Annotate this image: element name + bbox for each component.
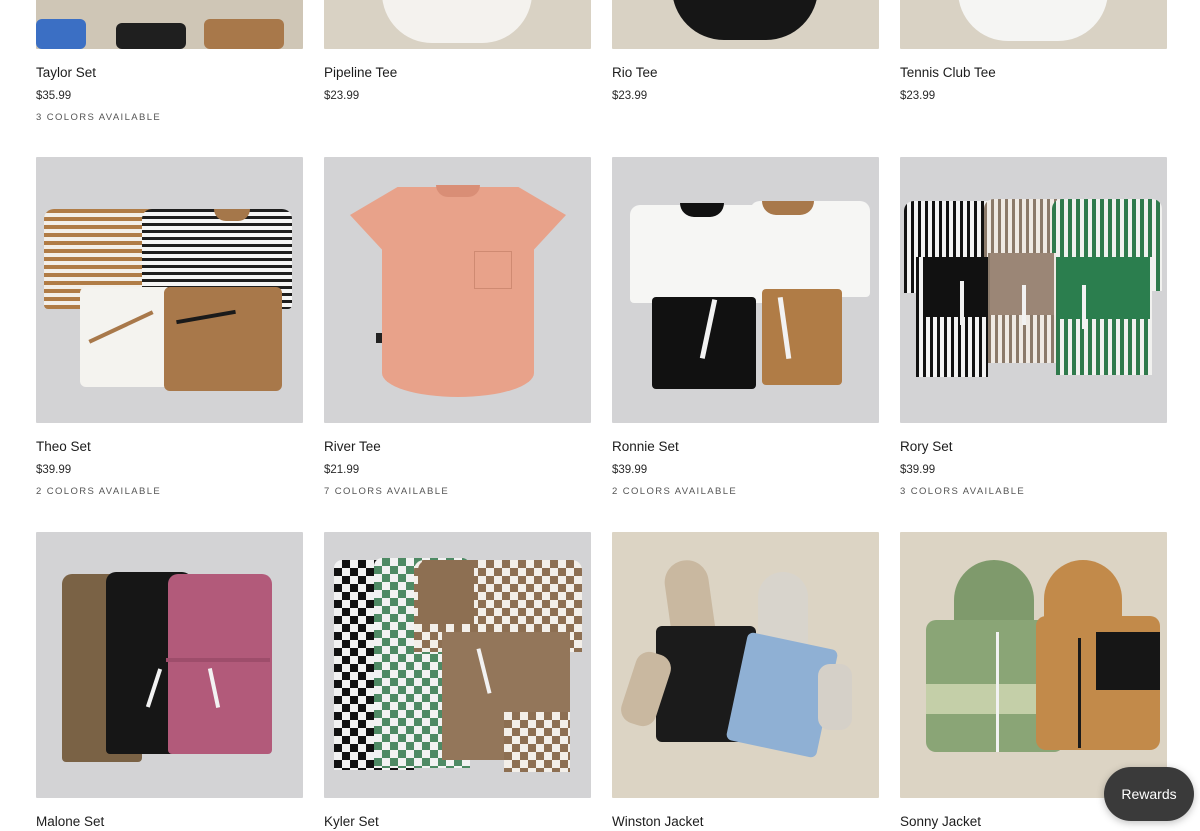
product-price: $21.99 <box>324 464 360 476</box>
product-colors: 2 COLORS AVAILABLE <box>612 486 738 497</box>
product-card[interactable]: Pipeline Tee $23.99 <box>324 0 591 102</box>
product-image[interactable] <box>324 0 591 49</box>
product-name[interactable]: Winston Jacket <box>612 814 704 829</box>
product-card[interactable]: Tennis Club Tee $23.99 <box>900 0 1167 102</box>
product-colors: 2 COLORS AVAILABLE <box>36 486 162 497</box>
product-price: $39.99 <box>900 464 936 476</box>
product-card[interactable]: Rory Set $39.99 3 COLORS AVAILABLE <box>900 157 1167 497</box>
product-image[interactable] <box>900 157 1167 423</box>
product-image[interactable] <box>900 0 1167 49</box>
product-name[interactable]: Theo Set <box>36 439 91 454</box>
product-card[interactable]: River Tee $21.99 7 COLORS AVAILABLE <box>324 157 591 497</box>
product-image[interactable] <box>612 0 879 49</box>
product-card[interactable]: Kyler Set <box>324 532 591 829</box>
rewards-button[interactable]: Rewards <box>1104 767 1194 821</box>
product-name[interactable]: Pipeline Tee <box>324 65 397 80</box>
product-price: $23.99 <box>900 90 936 102</box>
product-name[interactable]: Taylor Set <box>36 65 96 80</box>
product-card[interactable]: Ronnie Set $39.99 2 COLORS AVAILABLE <box>612 157 879 497</box>
product-card[interactable]: Sonny Jacket <box>900 532 1167 829</box>
product-name[interactable]: Tennis Club Tee <box>900 65 996 80</box>
product-image[interactable] <box>324 157 591 423</box>
product-image[interactable] <box>36 157 303 423</box>
product-price: $39.99 <box>36 464 72 476</box>
product-name[interactable]: Kyler Set <box>324 814 379 829</box>
product-image[interactable] <box>900 532 1167 798</box>
product-image[interactable] <box>612 532 879 798</box>
product-name[interactable]: Ronnie Set <box>612 439 679 454</box>
product-card[interactable]: Rio Tee $23.99 <box>612 0 879 102</box>
product-price: $23.99 <box>324 90 360 102</box>
product-colors: 3 COLORS AVAILABLE <box>36 112 162 123</box>
product-name[interactable]: River Tee <box>324 439 381 454</box>
product-colors: 7 COLORS AVAILABLE <box>324 486 450 497</box>
product-image[interactable] <box>612 157 879 423</box>
product-price: $35.99 <box>36 90 72 102</box>
product-image[interactable] <box>36 0 303 49</box>
product-name[interactable]: Sonny Jacket <box>900 814 981 829</box>
product-name[interactable]: Rio Tee <box>612 65 658 80</box>
product-card[interactable]: Theo Set $39.99 2 COLORS AVAILABLE <box>36 157 303 497</box>
product-image[interactable] <box>324 532 591 798</box>
product-card[interactable]: Taylor Set $35.99 3 COLORS AVAILABLE <box>36 0 303 123</box>
product-price: $39.99 <box>612 464 648 476</box>
product-image[interactable] <box>36 532 303 798</box>
product-name[interactable]: Malone Set <box>36 814 104 829</box>
product-colors: 3 COLORS AVAILABLE <box>900 486 1026 497</box>
product-price: $23.99 <box>612 90 648 102</box>
product-card[interactable]: Winston Jacket <box>612 532 879 829</box>
product-card[interactable]: Malone Set <box>36 532 303 829</box>
product-name[interactable]: Rory Set <box>900 439 953 454</box>
